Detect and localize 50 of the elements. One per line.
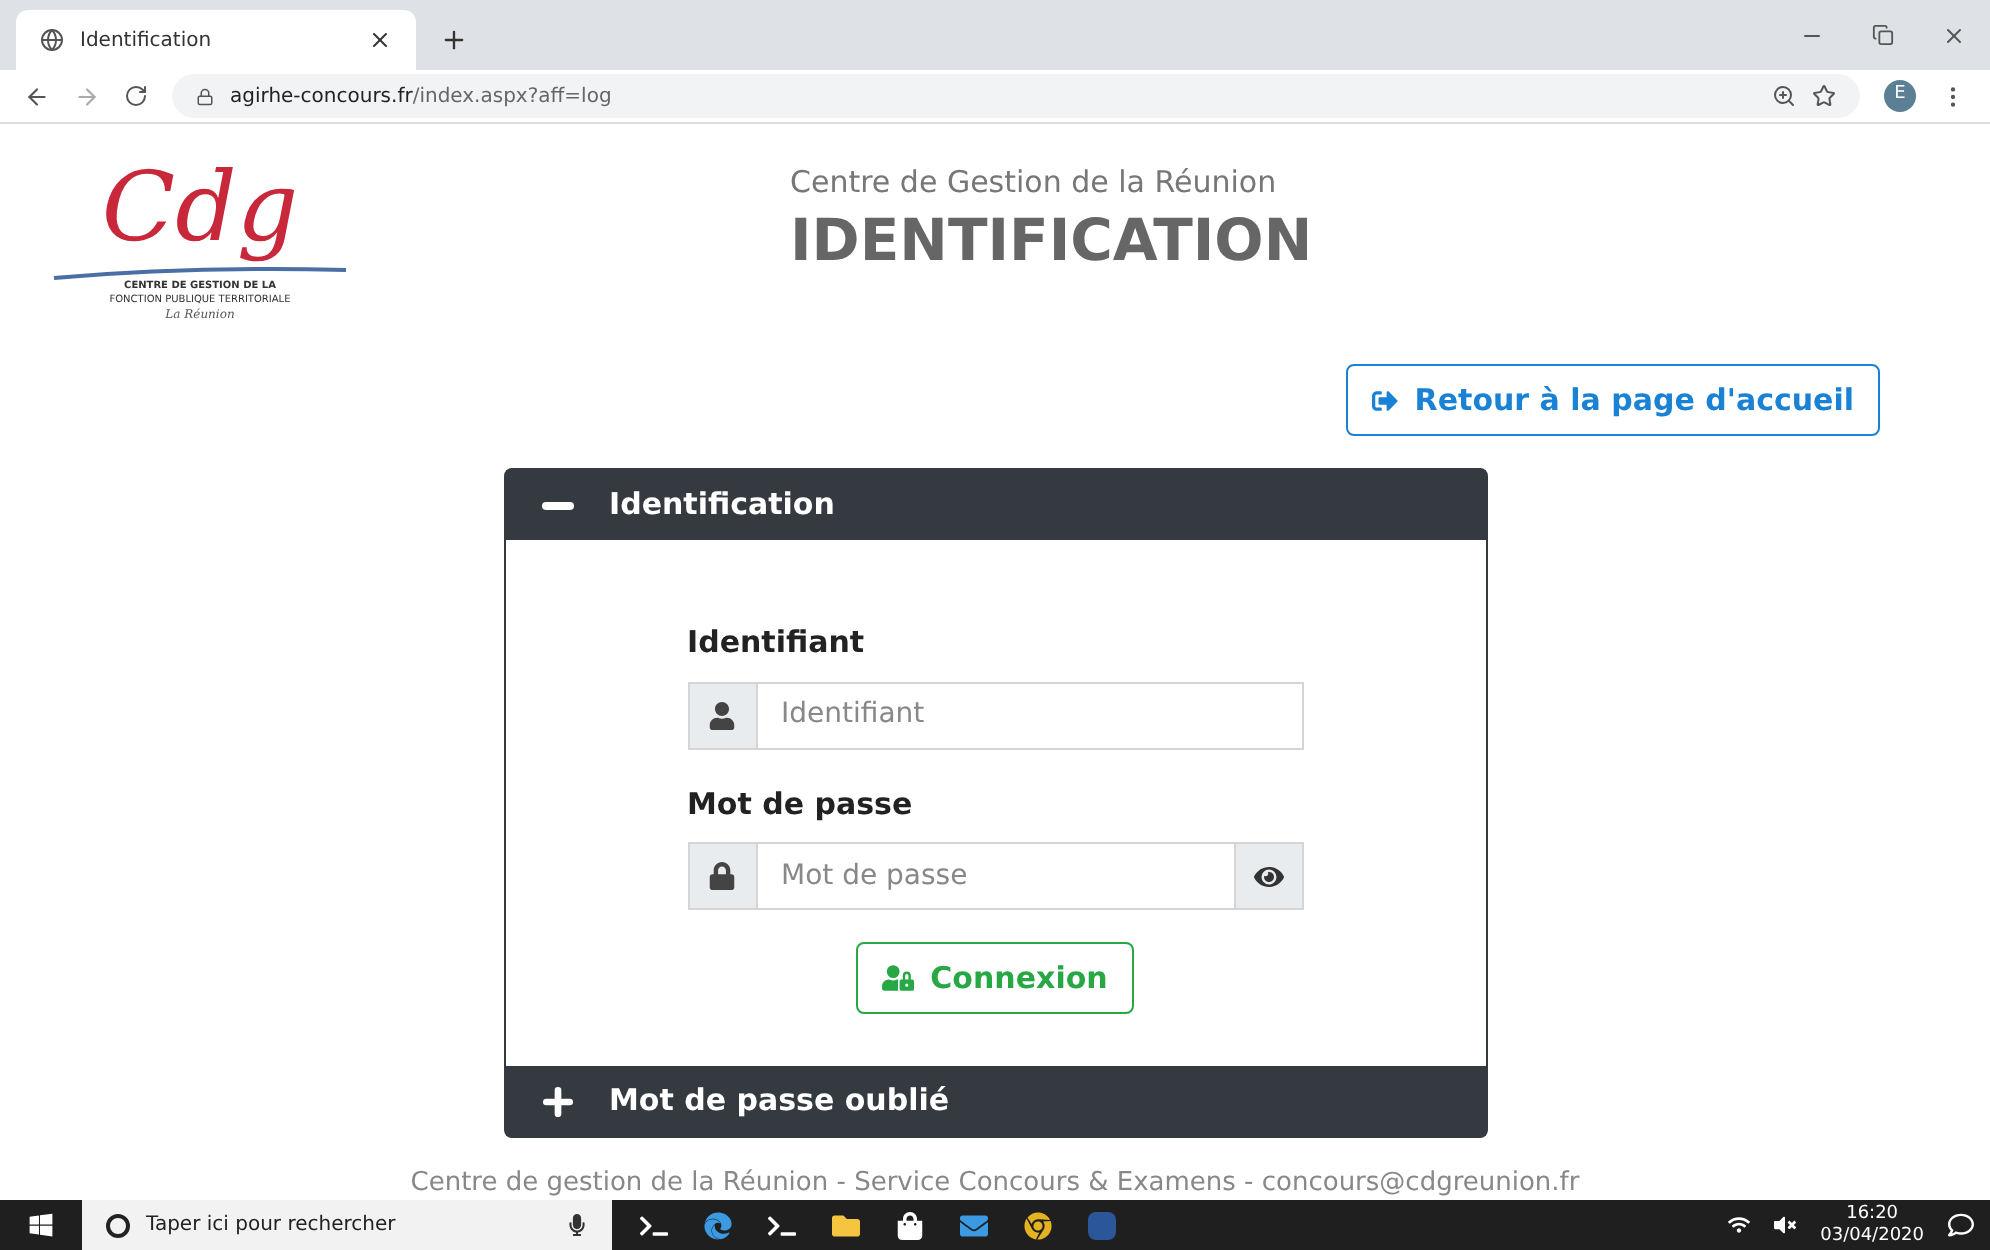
cortana-icon — [106, 1213, 130, 1237]
accordion-header[interactable]: Identification — [505, 470, 1485, 540]
url-text: agirhe-concours.fr/index.aspx?aff=log — [230, 83, 614, 111]
clock-date[interactable]: 03/04/2020 — [1820, 1225, 1924, 1247]
eye-icon — [1253, 861, 1283, 891]
restore-icon[interactable] — [1872, 24, 1894, 46]
wifi-icon[interactable] — [1728, 1214, 1751, 1236]
edge-icon[interactable] — [704, 1211, 732, 1239]
lock-icon — [708, 862, 736, 890]
new-tab-icon[interactable] — [440, 26, 468, 54]
tab-title: Identification — [80, 27, 214, 55]
user-icon — [708, 701, 736, 729]
globe-icon — [40, 28, 64, 52]
close-window-icon[interactable] — [1942, 23, 1966, 47]
field-label: Identifiant — [687, 622, 867, 664]
browser-tab[interactable]: Identification — [16, 10, 416, 70]
chrome-icon[interactable] — [1024, 1211, 1052, 1239]
reload-icon[interactable] — [124, 84, 148, 108]
input-field[interactable]: Mot de passe — [687, 842, 1303, 910]
text-input[interactable]: Mot de passe — [757, 844, 1233, 908]
plus-icon — [537, 1081, 577, 1121]
clock-time[interactable]: 16:20 — [1846, 1203, 1899, 1225]
profile-avatar[interactable]: E — [1884, 80, 1916, 112]
address-bar[interactable]: agirhe-concours.fr/index.aspx?aff=log — [172, 74, 1860, 118]
show-password-button[interactable] — [1233, 844, 1301, 908]
field-label: Mot de passe — [687, 783, 915, 825]
input-field[interactable]: Identifiant — [687, 681, 1303, 749]
exit-icon — [1372, 387, 1399, 413]
user-lock-icon — [882, 962, 915, 994]
notifications-icon[interactable] — [1948, 1212, 1974, 1238]
header-subtitle: Centre de Gestion de la Réunion — [790, 162, 1279, 204]
taskbar-search-field[interactable]: Taper ici pour rechercher — [82, 1200, 612, 1250]
mail-icon[interactable] — [960, 1211, 988, 1239]
muted-speaker-icon[interactable] — [1774, 1214, 1797, 1236]
folder-icon[interactable] — [832, 1211, 860, 1239]
close-icon[interactable] — [368, 28, 392, 52]
windows-icon[interactable] — [28, 1212, 54, 1238]
footer-text: Centre de gestion de la Réunion - Service Concours & Examens - concours@cdgreunion.fr — [410, 1168, 1580, 1200]
lock-icon — [196, 87, 214, 105]
text-input[interactable]: Identifiant — [757, 683, 1301, 747]
terminal-icon[interactable] — [768, 1211, 796, 1239]
store-icon[interactable] — [896, 1211, 924, 1239]
zoom-icon[interactable] — [1772, 84, 1796, 108]
accordion-header[interactable]: Mot de passe oublié — [505, 1066, 1485, 1136]
home-button[interactable]: Retour à la page d'accueil — [1346, 364, 1880, 436]
back-icon[interactable] — [24, 83, 50, 109]
microphone-icon[interactable] — [566, 1214, 588, 1236]
page-title: IDENTIFICATION — [790, 205, 1313, 273]
minus-icon — [541, 501, 573, 509]
star-icon[interactable] — [1812, 84, 1836, 108]
